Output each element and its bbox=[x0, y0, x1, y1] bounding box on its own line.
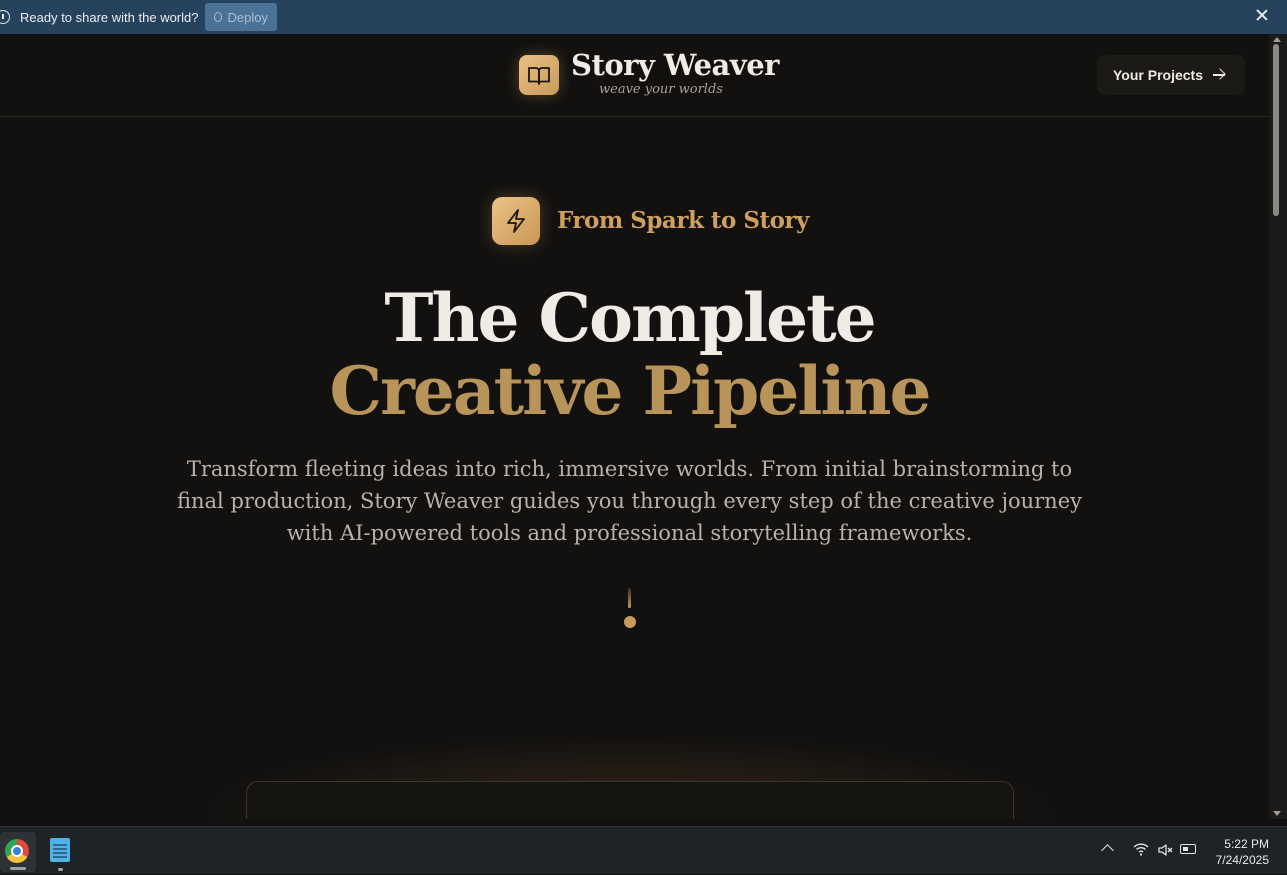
your-projects-button[interactable]: Your Projects bbox=[1097, 55, 1245, 95]
brand-tagline: weave your worlds bbox=[599, 82, 723, 97]
clock-time: 5:22 PM bbox=[1224, 837, 1269, 851]
pin-icon bbox=[214, 12, 223, 22]
hero-title-line2: Creative Pipeline bbox=[329, 352, 932, 430]
deploy-banner: Ready to share with the world? Deploy bbox=[0, 0, 1287, 34]
scroll-indicator bbox=[624, 588, 636, 630]
chrome-icon bbox=[5, 839, 29, 863]
page-scrollbar[interactable] bbox=[1269, 34, 1287, 819]
notepad-lines bbox=[53, 844, 67, 858]
hero-title-line1: The Complete bbox=[384, 279, 876, 357]
info-icon bbox=[0, 10, 10, 24]
hero-eyebrow: From Spark to Story bbox=[557, 207, 809, 234]
volume-muted-icon[interactable] bbox=[1157, 842, 1173, 858]
book-icon[interactable] bbox=[519, 55, 559, 95]
scroll-indicator-dot bbox=[624, 616, 636, 628]
active-indicator bbox=[10, 867, 26, 870]
running-indicator bbox=[58, 868, 63, 871]
scroll-indicator-stem bbox=[628, 588, 631, 608]
scroll-down-icon[interactable] bbox=[1273, 811, 1281, 816]
taskbar: 5:22 PM 7/24/2025 bbox=[0, 826, 1287, 874]
battery-icon[interactable] bbox=[1180, 844, 1196, 854]
pipeline-card bbox=[246, 781, 1014, 819]
deploy-label: Deploy bbox=[227, 9, 268, 25]
scrollbar-thumb[interactable] bbox=[1273, 44, 1279, 216]
chevron-up-icon[interactable] bbox=[1101, 844, 1114, 857]
hero-description: Transform fleeting ideas into rich, imme… bbox=[177, 457, 1082, 545]
clock-date: 7/24/2025 bbox=[1215, 853, 1269, 867]
close-icon[interactable] bbox=[1255, 8, 1269, 22]
banner-message: Ready to share with the world? bbox=[20, 9, 199, 25]
lightning-icon bbox=[492, 197, 540, 245]
wifi-icon[interactable] bbox=[1133, 841, 1149, 857]
clock[interactable]: 5:22 PM 7/24/2025 bbox=[1207, 836, 1269, 868]
taskbar-chrome[interactable] bbox=[0, 832, 36, 872]
your-projects-label: Your Projects bbox=[1113, 67, 1203, 83]
site-header: Story Weaver weave your worlds Your Proj… bbox=[0, 34, 1269, 117]
scroll-up-icon[interactable] bbox=[1273, 37, 1281, 42]
deploy-button[interactable]: Deploy bbox=[205, 3, 277, 31]
page-viewport: Story Weaver weave your worlds Your Proj… bbox=[0, 34, 1269, 819]
notepad-icon[interactable] bbox=[50, 838, 70, 862]
brand-title[interactable]: Story Weaver bbox=[571, 48, 779, 82]
arrow-right-icon bbox=[1213, 74, 1225, 76]
